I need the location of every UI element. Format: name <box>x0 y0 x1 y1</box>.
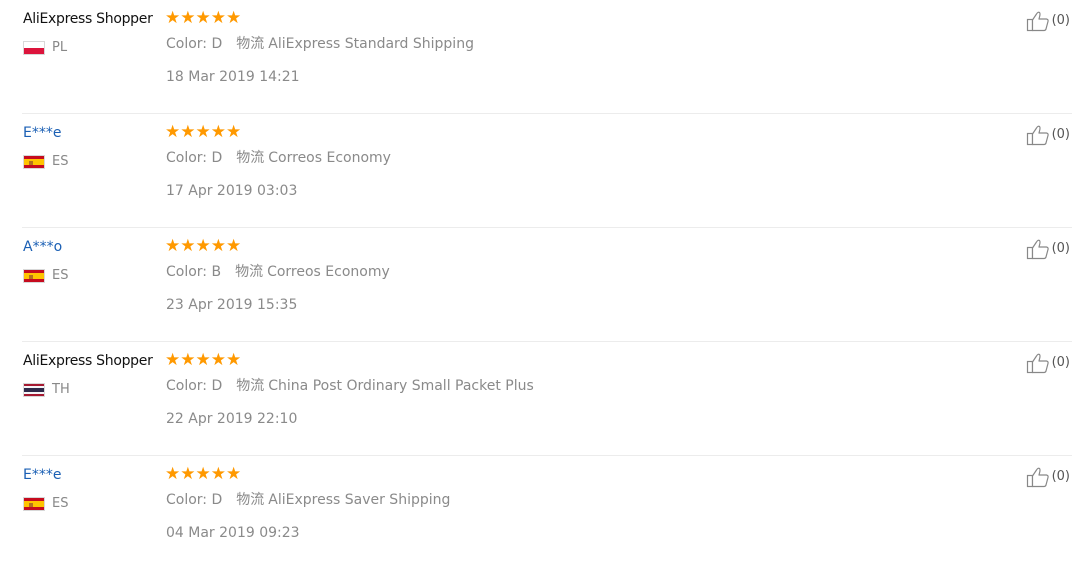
country-code: TH <box>52 382 70 397</box>
shipping-label: 物流 <box>236 36 265 52</box>
shipping-method: China Post Ordinary Small Packet Plus <box>268 378 534 394</box>
review-date: 22 Apr 2019 22:10 <box>166 411 298 427</box>
review-details: Color: B 物流 Correos Economy <box>166 262 390 282</box>
country-code: PL <box>52 40 68 55</box>
helpful-count: (0) <box>1051 13 1070 28</box>
country-code: ES <box>52 496 69 511</box>
review-item: A***o ES ★★★★★ Color: B 物流 Correos Economy… <box>0 228 1092 342</box>
reviewer-country: TH <box>23 381 70 399</box>
review-item: AliExpress Shopper PL ★★★★★ Color: D 物流 Al… <box>0 0 1092 114</box>
helpful-button[interactable]: (0) <box>1026 466 1070 488</box>
star-rating: ★★★★★ <box>165 122 242 142</box>
flag-th-icon <box>23 383 45 397</box>
shipping-label: 物流 <box>236 492 265 508</box>
reviewer-country: ES <box>23 153 68 171</box>
thumbs-up-icon[interactable] <box>1026 124 1050 146</box>
country-code: ES <box>52 154 69 169</box>
shipping-label: 物流 <box>236 150 265 166</box>
helpful-count: (0) <box>1051 355 1070 370</box>
helpful-button[interactable]: (0) <box>1026 352 1070 374</box>
helpful-count: (0) <box>1051 127 1070 142</box>
thumbs-up-icon[interactable] <box>1026 238 1050 260</box>
shipping-method: Correos Economy <box>268 150 391 166</box>
flag-es-icon <box>23 497 45 511</box>
flag-es-icon <box>23 269 45 283</box>
flag-es-icon <box>23 155 45 169</box>
thumbs-up-icon[interactable] <box>1026 10 1050 32</box>
star-rating: ★★★★★ <box>165 350 242 370</box>
review-details: Color: D 物流 AliExpress Standard Shipping <box>166 34 474 54</box>
reviewer-name[interactable]: E***e <box>23 124 61 142</box>
color-variant: Color: D <box>166 378 223 394</box>
review-item: E***e ES ★★★★★ Color: D 物流 AliExpress Save… <box>0 456 1092 570</box>
color-variant: Color: D <box>166 492 223 508</box>
helpful-button[interactable]: (0) <box>1026 238 1070 260</box>
thumbs-up-icon[interactable] <box>1026 352 1050 374</box>
shipping-method: AliExpress Standard Shipping <box>268 36 474 52</box>
color-variant: Color: D <box>166 36 223 52</box>
helpful-button[interactable]: (0) <box>1026 10 1070 32</box>
helpful-count: (0) <box>1051 469 1070 484</box>
reviewer-country: ES <box>23 267 68 285</box>
review-item: E***e ES ★★★★★ Color: D 物流 Correos Economy… <box>0 114 1092 228</box>
country-code: ES <box>52 268 69 283</box>
review-date: 17 Apr 2019 03:03 <box>166 183 298 199</box>
reviewer-name[interactable]: A***o <box>23 238 62 256</box>
review-details: Color: D 物流 AliExpress Saver Shipping <box>166 490 450 510</box>
thumbs-up-icon[interactable] <box>1026 466 1050 488</box>
review-details: Color: D 物流 China Post Ordinary Small Pack… <box>166 376 534 396</box>
helpful-button[interactable]: (0) <box>1026 124 1070 146</box>
review-date: 23 Apr 2019 15:35 <box>166 297 298 313</box>
shipping-label: 物流 <box>236 378 265 394</box>
review-details: Color: D 物流 Correos Economy <box>166 148 391 168</box>
color-variant: Color: B <box>166 264 222 280</box>
review-date: 04 Mar 2019 09:23 <box>166 525 300 541</box>
shipping-method: Correos Economy <box>267 264 390 280</box>
reviewer-name: AliExpress Shopper <box>23 353 153 369</box>
reviewer-name: AliExpress Shopper <box>23 11 153 27</box>
shipping-label: 物流 <box>235 264 264 280</box>
reviewer-country: PL <box>23 39 67 57</box>
flag-pl-icon <box>23 41 45 55</box>
reviewer-name[interactable]: E***e <box>23 466 61 484</box>
reviewer-country: ES <box>23 495 68 513</box>
review-date: 18 Mar 2019 14:21 <box>166 69 300 85</box>
shipping-method: AliExpress Saver Shipping <box>268 492 451 508</box>
star-rating: ★★★★★ <box>165 464 242 484</box>
color-variant: Color: D <box>166 150 223 166</box>
star-rating: ★★★★★ <box>165 8 242 28</box>
helpful-count: (0) <box>1051 241 1070 256</box>
star-rating: ★★★★★ <box>165 236 242 256</box>
review-list: AliExpress Shopper PL ★★★★★ Color: D 物流 Al… <box>0 0 1092 555</box>
review-item: AliExpress Shopper TH ★★★★★ Color: D 物流 Ch… <box>0 342 1092 456</box>
